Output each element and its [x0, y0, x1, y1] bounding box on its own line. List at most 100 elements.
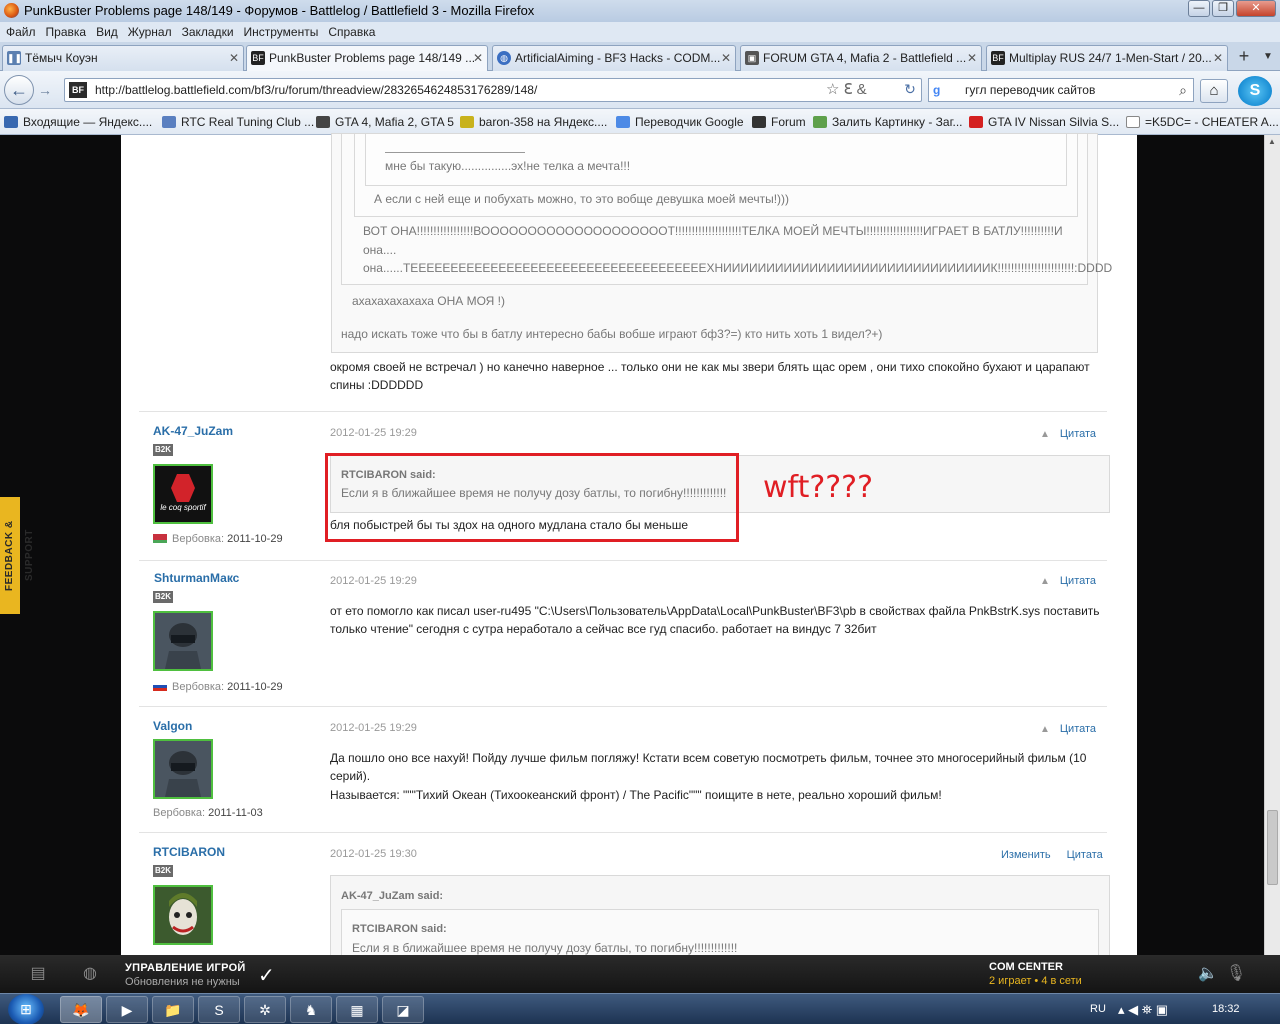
menu-history[interactable]: Журнал: [128, 25, 172, 39]
taskbar-app[interactable]: ♞: [290, 996, 332, 1023]
bookmark-item[interactable]: =K5DC= - CHEATER A...: [1126, 109, 1279, 135]
taskbar-skype[interactable]: S: [198, 996, 240, 1023]
window-titlebar: PunkBuster Problems page 148/149 - Форум…: [0, 0, 1280, 22]
tab-4[interactable]: ▣ FORUM GTA 4, Mafia 2 - Battlefield ...…: [740, 45, 982, 71]
report-icon[interactable]: ▲: [1040, 429, 1050, 440]
menu-bar: Файл Правка Вид Журнал Закладки Инструме…: [0, 22, 1280, 42]
close-tab-icon[interactable]: ✕: [967, 46, 977, 70]
forum-icon: [752, 116, 766, 128]
close-tab-icon[interactable]: ✕: [473, 46, 483, 70]
taskbar-notepad[interactable]: ▦: [336, 996, 378, 1023]
taskbar-app[interactable]: ✲: [244, 996, 286, 1023]
search-input[interactable]: g гугл переводчик сайтов ⌕: [928, 78, 1194, 102]
game-manager-title[interactable]: УПРАВЛЕНИЕ ИГРОЙ: [125, 962, 246, 974]
menu-help[interactable]: Справка: [328, 25, 375, 39]
url-text: http://battlelog.battlefield.com/bf3/ru/…: [95, 83, 538, 97]
search-icon[interactable]: ⌕: [1179, 79, 1187, 101]
menu-file[interactable]: Файл: [6, 25, 36, 39]
reload-icon[interactable]: ↻: [900, 79, 920, 99]
quote-button[interactable]: Цитата: [1060, 428, 1096, 440]
avatar[interactable]: le coq sportif: [153, 464, 213, 524]
bookmark-item[interactable]: GTA 4, Mafia 2, GTA 5: [316, 109, 454, 135]
bookmark-item[interactable]: RTC Real Tuning Club ...: [162, 109, 314, 135]
svg-text:le coq sportif: le coq sportif: [160, 503, 206, 512]
new-tab-icon[interactable]: +: [1233, 46, 1255, 68]
bookmark-item[interactable]: Переводчик Google: [616, 109, 744, 135]
clock[interactable]: 18:32: [1212, 994, 1240, 1024]
report-icon[interactable]: ▲: [1040, 724, 1050, 735]
tab-list-icon[interactable]: ▼: [1259, 46, 1277, 68]
post-author[interactable]: AK-47_JuZam: [153, 424, 233, 438]
scroll-up-icon[interactable]: ▲: [1268, 137, 1276, 146]
post-actions: ▲ Цитата: [1040, 723, 1096, 735]
post-author[interactable]: RTCIBARON: [153, 845, 225, 859]
maximize-icon[interactable]: ❐: [1212, 0, 1234, 17]
page-scrollbar[interactable]: ▲: [1264, 135, 1280, 955]
skype-icon[interactable]: S: [1238, 76, 1272, 106]
url-bar[interactable]: BF http://battlelog.battlefield.com/bf3/…: [64, 78, 922, 102]
game-manager-status: Обновления не нужны: [125, 976, 240, 988]
menu-bookmarks[interactable]: Закладки: [182, 25, 234, 39]
bookmark-item[interactable]: GTA IV Nissan Silvia S...: [969, 109, 1119, 135]
tab-label: Multiplay RUS 24/7 1-Men-Start / 20...: [1009, 51, 1212, 65]
enlist-label: Вербовка:: [153, 807, 206, 819]
rank-badge: B2K: [153, 865, 173, 877]
home-button[interactable]: ⌂: [1200, 79, 1228, 103]
post-separator: [139, 706, 1107, 707]
com-center-title[interactable]: COM CENTER: [989, 961, 1063, 973]
report-icon[interactable]: ▲: [1040, 576, 1050, 587]
bookmark-item[interactable]: Залить Картинку - Заг...: [813, 109, 963, 135]
tab-3[interactable]: ◍ ArtificialAiming - BF3 Hacks - CODM...…: [492, 45, 736, 71]
close-icon[interactable]: ✕: [1236, 0, 1276, 17]
language-indicator[interactable]: RU: [1090, 994, 1106, 1024]
enlist-label: Вербовка:: [172, 681, 225, 693]
feedback-support-tab[interactable]: FEEDBACK & SUPPORT: [0, 497, 35, 614]
speaker-icon[interactable]: 🔈: [1197, 963, 1219, 985]
bookmark-item[interactable]: baron-358 на Яндекс....: [460, 109, 607, 135]
post-author[interactable]: ShturmanМакс: [154, 571, 239, 585]
star-icon[interactable]: ☆: [826, 81, 843, 98]
quote-text: надо искать тоже что бы в батлу интересн…: [341, 327, 883, 341]
avatar[interactable]: [153, 739, 213, 799]
close-tab-icon[interactable]: ✕: [229, 46, 239, 70]
bookmark-label: Входящие — Яндекс....: [23, 115, 153, 129]
post-author[interactable]: Valgon: [153, 719, 192, 733]
close-tab-icon[interactable]: ✕: [1213, 46, 1223, 70]
scrollbar-thumb[interactable]: [1267, 810, 1278, 885]
back-button[interactable]: ←: [4, 75, 34, 105]
taskbar-firefox[interactable]: 🦊: [60, 996, 102, 1023]
avatar[interactable]: [153, 611, 213, 671]
microphone-icon[interactable]: 🎙: [1225, 963, 1247, 985]
quote-author: RTCIBARON said:: [352, 923, 447, 935]
taskbar-app[interactable]: ◪: [382, 996, 424, 1023]
menu-view[interactable]: Вид: [96, 25, 118, 39]
bookmark-item[interactable]: Входящие — Яндекс....: [4, 109, 152, 135]
taskbar-media[interactable]: ▶: [106, 996, 148, 1023]
quote-button[interactable]: Цитата: [1060, 723, 1096, 735]
menu-tools[interactable]: Инструменты: [244, 25, 319, 39]
tray-icons[interactable]: ▴ ◀ ⛯ ▣: [1118, 994, 1168, 1024]
tab-2[interactable]: BF PunkBuster Problems page 148/149 ... …: [246, 45, 488, 71]
menu-edit[interactable]: Правка: [46, 25, 87, 39]
post-text: Называется: """Тихий Океан (Тихоокеански…: [330, 788, 942, 802]
bf-icon: BF: [991, 51, 1005, 65]
minimize-icon[interactable]: —: [1188, 0, 1210, 17]
start-button[interactable]: ⊞: [8, 994, 44, 1024]
translate-icon: [616, 116, 630, 128]
ampersand-icon[interactable]: &: [857, 81, 871, 98]
tab-1[interactable]: ❚❚ Тёмыч Коуэн ✕: [2, 45, 244, 71]
taskbar-explorer[interactable]: 📁: [152, 996, 194, 1023]
forward-button[interactable]: →: [34, 80, 56, 100]
tab-5[interactable]: BF Multiplay RUS 24/7 1-Men-Start / 20..…: [986, 45, 1228, 71]
avatar[interactable]: [153, 885, 213, 945]
quote-button[interactable]: Цитата: [1060, 575, 1096, 587]
translate-icon[interactable]: ℇ: [843, 81, 856, 98]
window-controls: — ❐ ✕: [1188, 0, 1276, 17]
globe-icon[interactable]: ◍: [79, 963, 101, 985]
edit-button[interactable]: Изменить: [1001, 849, 1051, 861]
close-tab-icon[interactable]: ✕: [721, 46, 731, 70]
bookmark-item[interactable]: Forum: [752, 109, 806, 135]
quote-button[interactable]: Цитата: [1067, 849, 1103, 861]
clipboard-icon[interactable]: ▤: [27, 963, 49, 985]
signature-divider: [385, 152, 525, 153]
